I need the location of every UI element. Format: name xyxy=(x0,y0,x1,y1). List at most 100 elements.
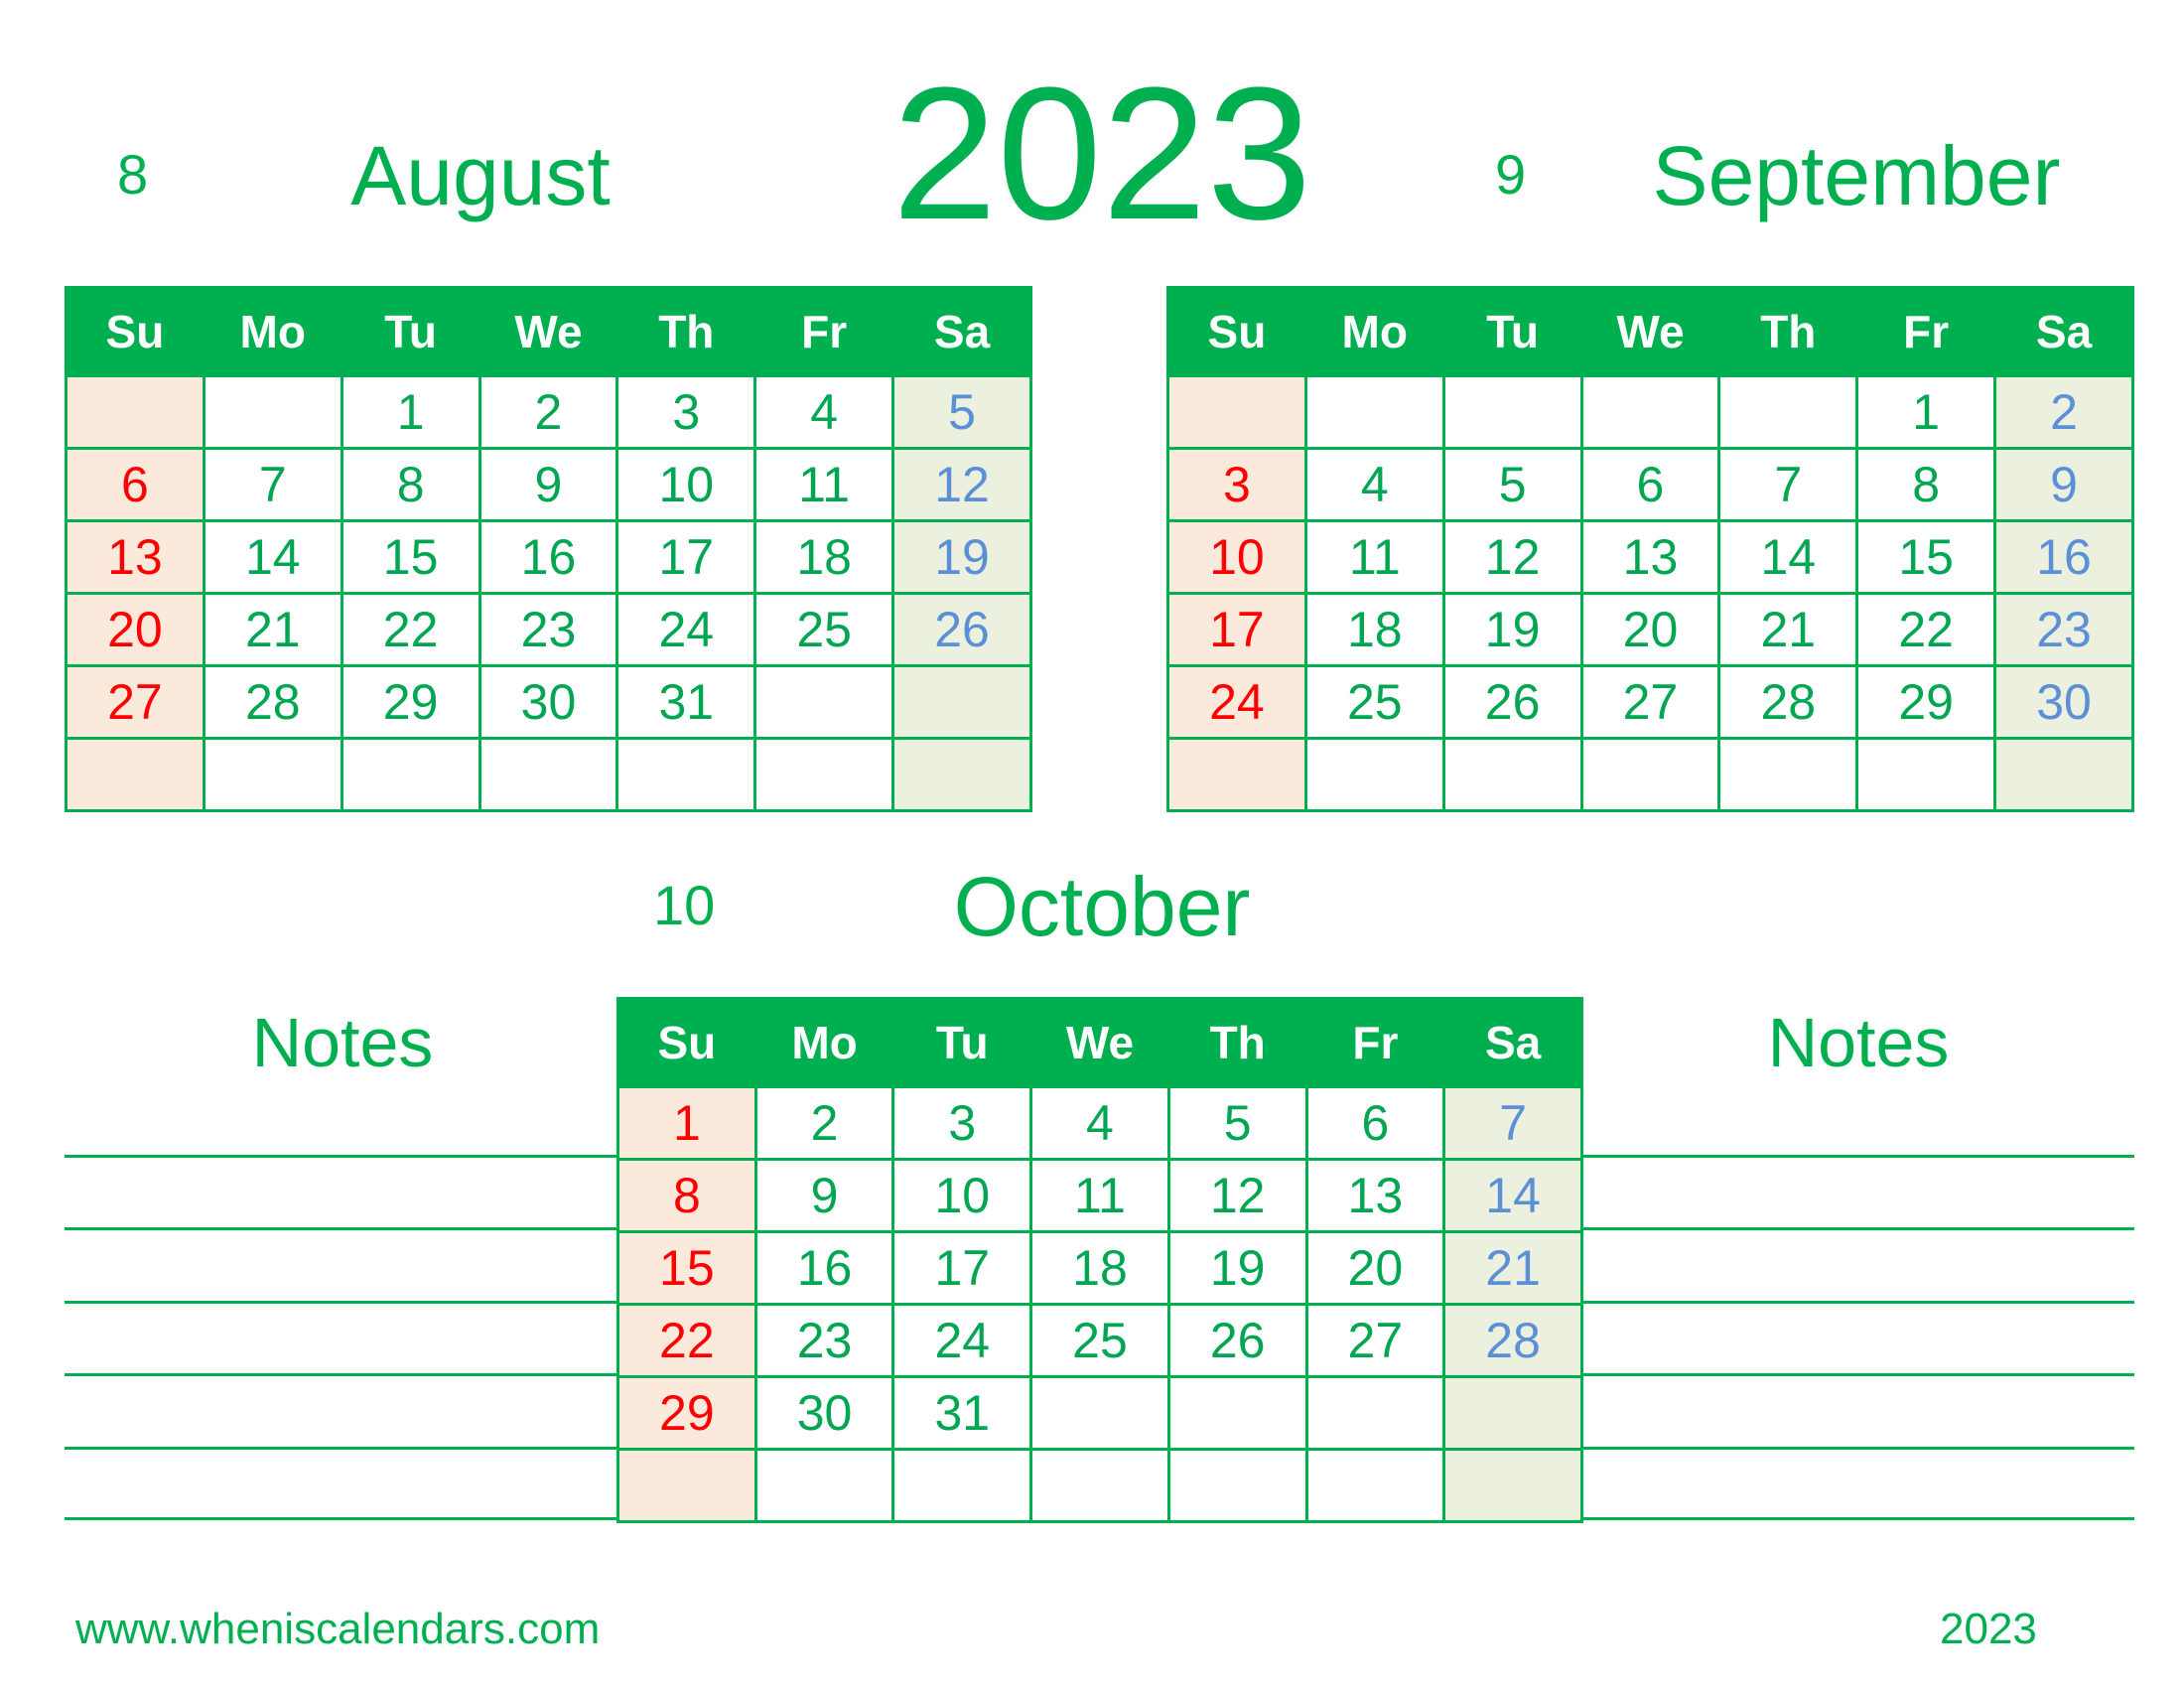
weekday-header-row: Su Mo Tu We Th Fr Sa xyxy=(616,997,1583,1088)
day-cell: 19 xyxy=(1166,1230,1308,1306)
day-cell: 28 xyxy=(1717,664,1859,740)
note-line-right xyxy=(1582,1447,2134,1450)
day-cell xyxy=(1442,1448,1583,1523)
day-cell: 9 xyxy=(1993,447,2134,522)
day-cell: 7 xyxy=(1442,1085,1583,1161)
day-cell: 13 xyxy=(1304,1158,1446,1233)
day-cell: 19 xyxy=(1441,592,1583,667)
day-cell: 25 xyxy=(1029,1303,1170,1378)
day-cell xyxy=(478,737,619,812)
day-cell: 8 xyxy=(616,1158,757,1233)
note-line-right xyxy=(1582,1301,2134,1304)
day-cell xyxy=(340,737,481,812)
weekday-header: Su xyxy=(616,997,757,1088)
week-row: 22 23 24 25 26 27 28 xyxy=(616,1303,1583,1378)
note-line-left xyxy=(65,1447,617,1450)
weekday-header: Mo xyxy=(753,997,895,1088)
week-row xyxy=(1166,737,2134,812)
day-cell: 15 xyxy=(340,519,481,595)
day-cell: 26 xyxy=(891,592,1032,667)
day-cell: 20 xyxy=(1579,592,1721,667)
note-line-left xyxy=(65,1301,617,1304)
day-cell: 14 xyxy=(1717,519,1859,595)
week-row xyxy=(616,1448,1583,1523)
month-name-september: September xyxy=(1652,129,2061,222)
day-cell: 5 xyxy=(1166,1085,1308,1161)
day-cell: 4 xyxy=(753,374,895,450)
day-cell: 24 xyxy=(891,1303,1033,1378)
week-row: 10 11 12 13 14 15 16 xyxy=(1166,519,2134,595)
day-cell: 16 xyxy=(753,1230,895,1306)
day-cell: 24 xyxy=(615,592,757,667)
day-cell: 22 xyxy=(340,592,481,667)
day-cell xyxy=(753,664,895,740)
day-cell: 28 xyxy=(202,664,343,740)
day-cell xyxy=(1442,1375,1583,1451)
day-cell: 8 xyxy=(340,447,481,522)
day-cell: 2 xyxy=(753,1085,895,1161)
day-cell: 14 xyxy=(1442,1158,1583,1233)
day-cell xyxy=(1029,1448,1170,1523)
day-cell: 17 xyxy=(891,1230,1033,1306)
month-name-august: August xyxy=(350,129,611,222)
week-row: 12345 xyxy=(65,374,1032,450)
day-cell: 15 xyxy=(616,1230,757,1306)
year-title: 2023 xyxy=(891,49,1312,259)
day-cell: 24 xyxy=(1166,664,1307,740)
weekday-header: Tu xyxy=(340,286,481,377)
weekday-header: Fr xyxy=(753,286,895,377)
weekday-header: Tu xyxy=(891,997,1033,1088)
day-cell: 6 xyxy=(1579,447,1721,522)
week-row: 29 30 31 xyxy=(616,1375,1583,1451)
note-line-left xyxy=(65,1373,617,1376)
day-cell: 18 xyxy=(753,519,895,595)
calendar-august: Su Mo Tu We Th Fr Sa 1 2 3 4 5 6 7 8 9 10 11 12 13 14 15 16 17 1… xyxy=(65,286,1032,812)
day-cell: 30 xyxy=(478,664,619,740)
day-cell xyxy=(753,1448,895,1523)
week-row: 15 16 17 18 19 20 21 xyxy=(616,1230,1583,1306)
day-cell: 18 xyxy=(1303,592,1445,667)
week-row: 17 18 19 20 21 22 23 xyxy=(1166,592,2134,667)
day-cell: 2 xyxy=(1993,374,2134,450)
day-cell xyxy=(1717,374,1859,450)
weekday-header: Sa xyxy=(1993,286,2134,377)
day-cell: 10 xyxy=(891,1158,1033,1233)
note-line-left xyxy=(65,1227,617,1230)
day-cell: 17 xyxy=(1166,592,1307,667)
day-cell: 31 xyxy=(891,1375,1033,1451)
day-cell: 3 xyxy=(891,1085,1033,1161)
note-line-left xyxy=(65,1517,617,1520)
day-cell: 5 xyxy=(1441,447,1583,522)
day-cell: 25 xyxy=(753,592,895,667)
day-cell: 12 xyxy=(891,447,1032,522)
footer-website[interactable]: www.wheniscalendars.com xyxy=(75,1605,600,1654)
day-cell: 15 xyxy=(1855,519,1997,595)
day-cell xyxy=(891,664,1032,740)
week-row: 8 9 10 11 12 13 14 xyxy=(616,1158,1583,1233)
day-cell xyxy=(1166,737,1307,812)
day-cell xyxy=(1166,1448,1308,1523)
day-cell: 4 xyxy=(1029,1085,1170,1161)
day-cell: 22 xyxy=(1855,592,1997,667)
day-cell xyxy=(1166,374,1307,450)
day-cell: 27 xyxy=(1304,1303,1446,1378)
day-cell: 13 xyxy=(1579,519,1721,595)
day-cell: 18 xyxy=(1029,1230,1170,1306)
day-cell: 17 xyxy=(615,519,757,595)
day-cell: 19 xyxy=(891,519,1032,595)
week-row: 12 xyxy=(1166,374,2134,450)
day-cell xyxy=(891,737,1032,812)
day-cell: 2 xyxy=(478,374,619,450)
weekday-header: Th xyxy=(1717,286,1859,377)
day-cell xyxy=(753,737,895,812)
day-cell xyxy=(65,737,205,812)
day-cell: 1 xyxy=(1855,374,1997,450)
day-cell xyxy=(1303,374,1445,450)
day-cell: 23 xyxy=(478,592,619,667)
day-cell: 20 xyxy=(65,592,205,667)
day-cell: 21 xyxy=(202,592,343,667)
week-row: 6 7 8 9 10 11 12 xyxy=(65,447,1032,522)
notes-title-left: Notes xyxy=(251,1004,434,1081)
note-line-right xyxy=(1582,1373,2134,1376)
day-cell: 25 xyxy=(1303,664,1445,740)
